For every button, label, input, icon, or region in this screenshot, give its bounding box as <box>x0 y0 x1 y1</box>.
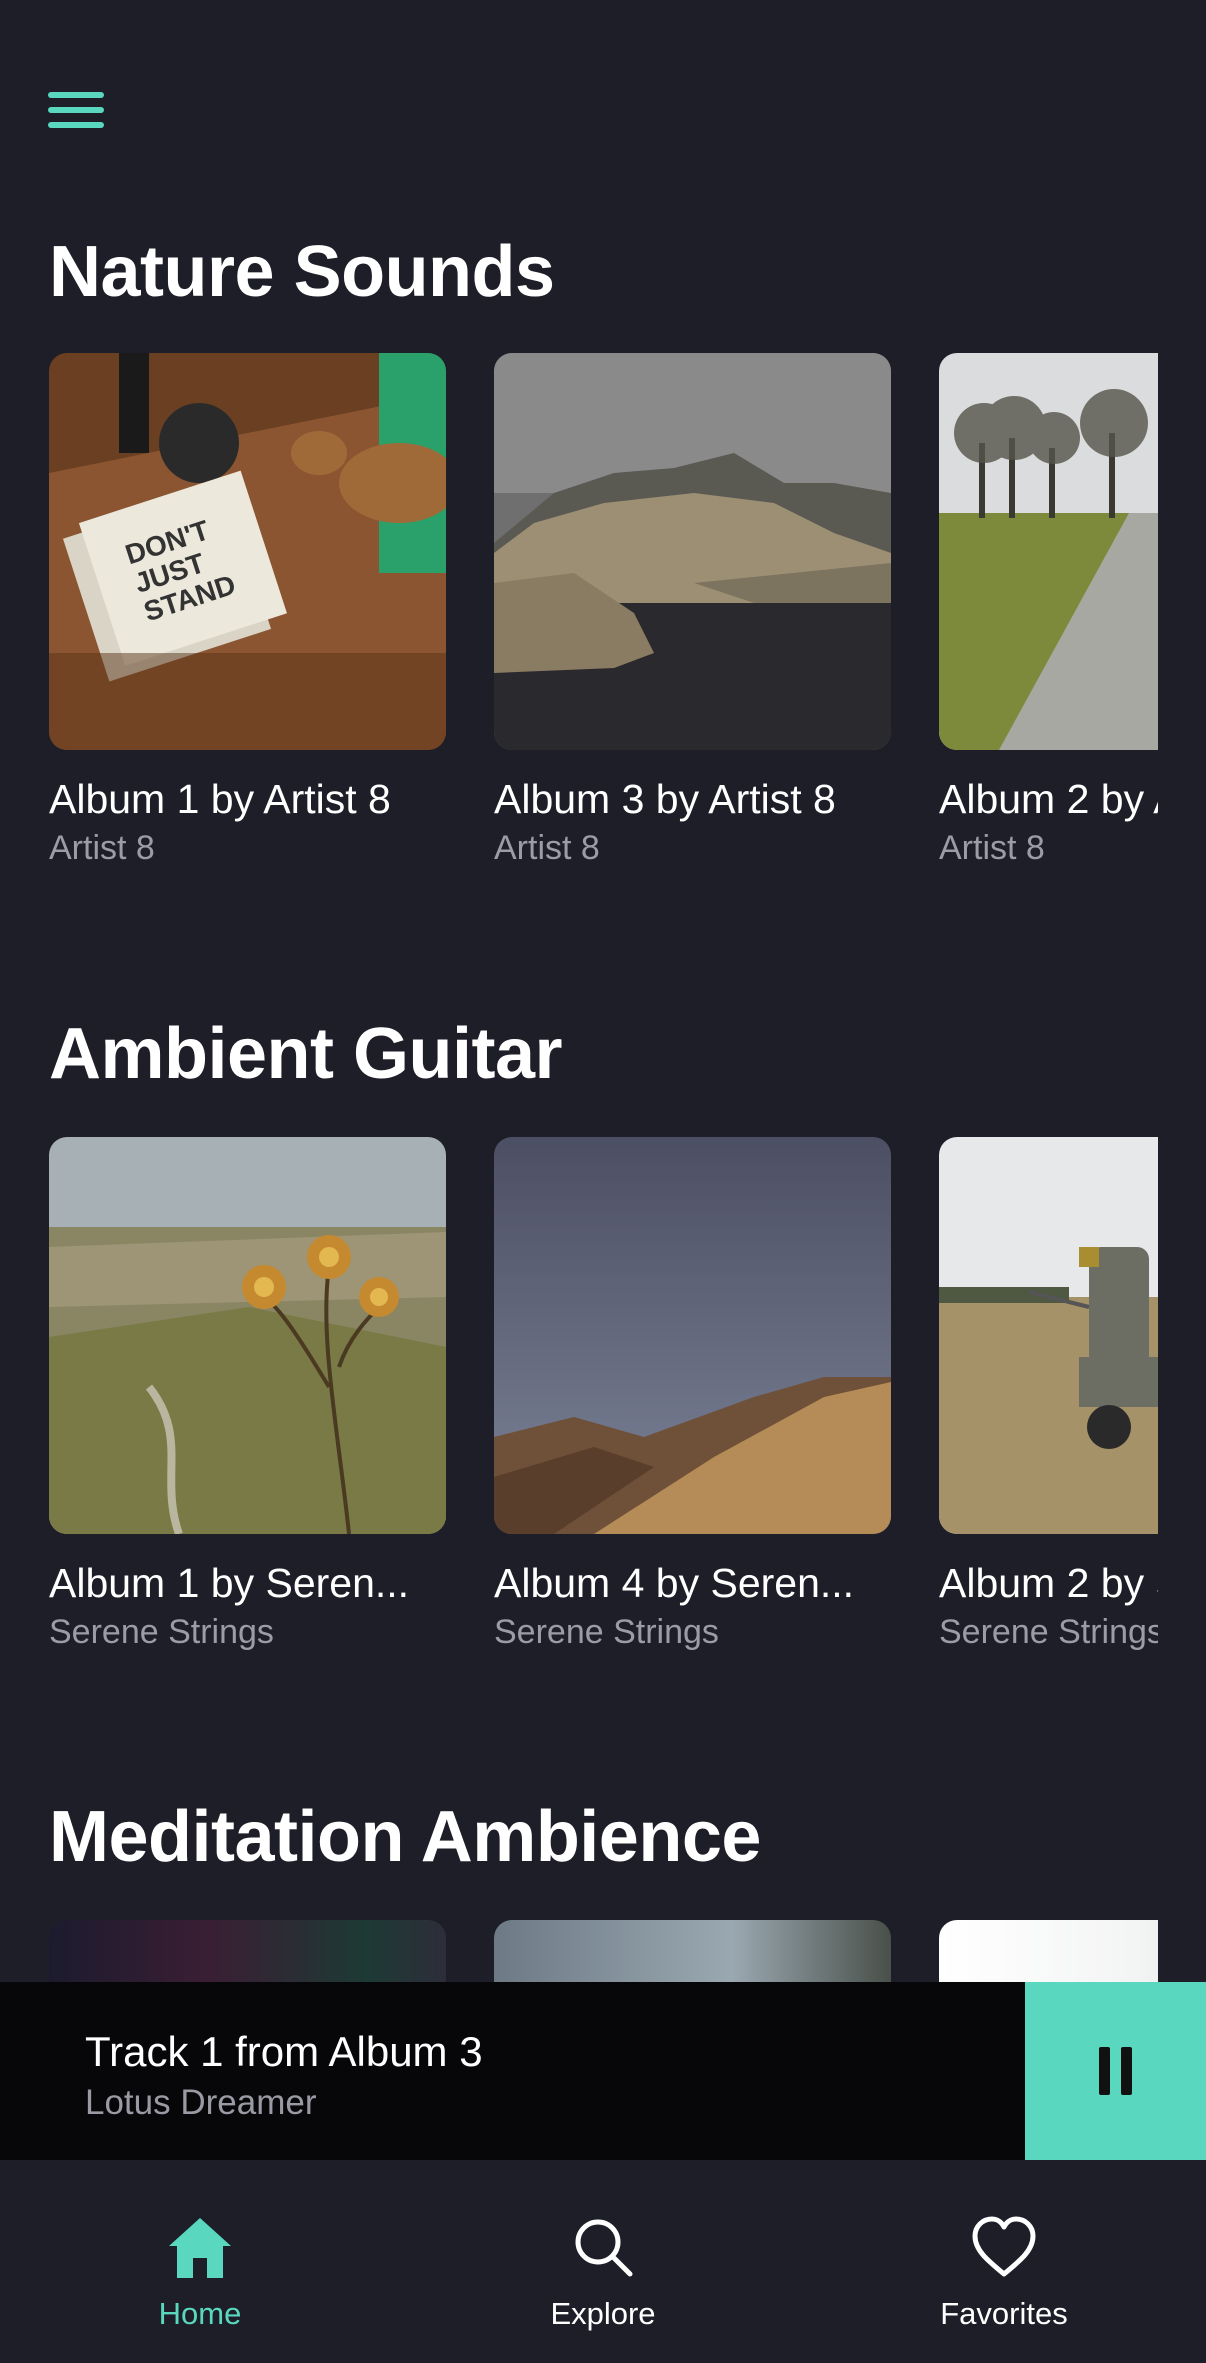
album-row[interactable]: Album 1 by Seren... Serene Strings Album… <box>49 1137 1158 1697</box>
album-row[interactable]: DON'T JUST STAND Album 1 by Artist 8 Art… <box>49 353 1158 913</box>
tab-home[interactable]: Home <box>50 2160 350 2363</box>
album-title: Album 2 by Serene Strings <box>939 1560 1158 1606</box>
album-card[interactable]: DON'T JUST STAND Album 1 by Artist 8 Art… <box>49 353 446 868</box>
album-card[interactable] <box>49 1920 446 1982</box>
album-card[interactable]: Album 3 by Artist 8 Artist 8 <box>494 353 891 868</box>
album-title: Album 3 by Artist 8 <box>494 776 836 822</box>
album-cover[interactable] <box>49 1137 446 1534</box>
now-playing-title: Track 1 from Album 3 <box>85 2028 483 2075</box>
album-cover[interactable] <box>494 1137 891 1534</box>
section-title: Nature Sounds <box>49 232 555 312</box>
tab-label: Explore <box>550 2296 656 2331</box>
album-cover[interactable] <box>939 1137 1158 1534</box>
album-artist: Artist 8 <box>494 829 600 868</box>
album-title: Album 4 by Seren... <box>494 1560 855 1606</box>
bottom-tab-bar: Home Explore Favorites <box>0 2160 1206 2363</box>
album-card[interactable] <box>939 1920 1158 1982</box>
album-card[interactable]: Album 4 by Seren... Serene Strings <box>494 1137 891 1652</box>
album-title: Album 1 by Artist 8 <box>49 776 391 822</box>
pause-icon <box>1099 2047 1110 2095</box>
album-artist: Artist 8 <box>49 829 155 868</box>
album-artist: Serene Strings <box>494 1613 719 1652</box>
tab-label: Favorites <box>940 2296 1068 2331</box>
album-title: Album 2 by Artist 8 <box>939 776 1158 822</box>
album-cover[interactable] <box>494 1920 891 1982</box>
album-cover[interactable]: DON'T JUST STAND <box>49 353 446 750</box>
album-cover[interactable] <box>939 1920 1158 1982</box>
album-artist: Serene Strings <box>49 1613 274 1652</box>
now-playing-artist: Lotus Dreamer <box>85 2083 317 2122</box>
heart-icon <box>972 2216 1036 2277</box>
album-card[interactable]: Album 2 by Serene Strings Serene Strings <box>939 1137 1158 1652</box>
album-card[interactable]: Album 2 by Artist 8 Artist 8 <box>939 353 1158 868</box>
now-playing-bar[interactable]: Track 1 from Album 3 Lotus Dreamer <box>0 1982 1206 2160</box>
album-cover[interactable] <box>49 1920 446 1982</box>
tab-favorites[interactable]: Favorites <box>854 2160 1154 2363</box>
album-cover[interactable] <box>494 353 891 750</box>
album-artist: Artist 8 <box>939 829 1045 868</box>
pause-button[interactable] <box>1025 1982 1206 2160</box>
tab-explore[interactable]: Explore <box>453 2160 753 2363</box>
search-icon <box>575 2219 633 2277</box>
album-card[interactable]: Album 1 by Seren... Serene Strings <box>49 1137 446 1652</box>
album-artist: Serene Strings <box>939 1613 1158 1652</box>
album-card[interactable] <box>494 1920 891 1982</box>
section-title: Meditation Ambience <box>49 1797 761 1877</box>
album-row[interactable] <box>49 1920 1158 1982</box>
home-icon <box>169 2218 231 2278</box>
album-cover[interactable] <box>939 353 1158 750</box>
album-title: Album 1 by Seren... <box>49 1560 410 1606</box>
tab-label: Home <box>158 2296 242 2331</box>
menu-icon[interactable] <box>48 82 120 138</box>
section-title: Ambient Guitar <box>49 1014 563 1094</box>
